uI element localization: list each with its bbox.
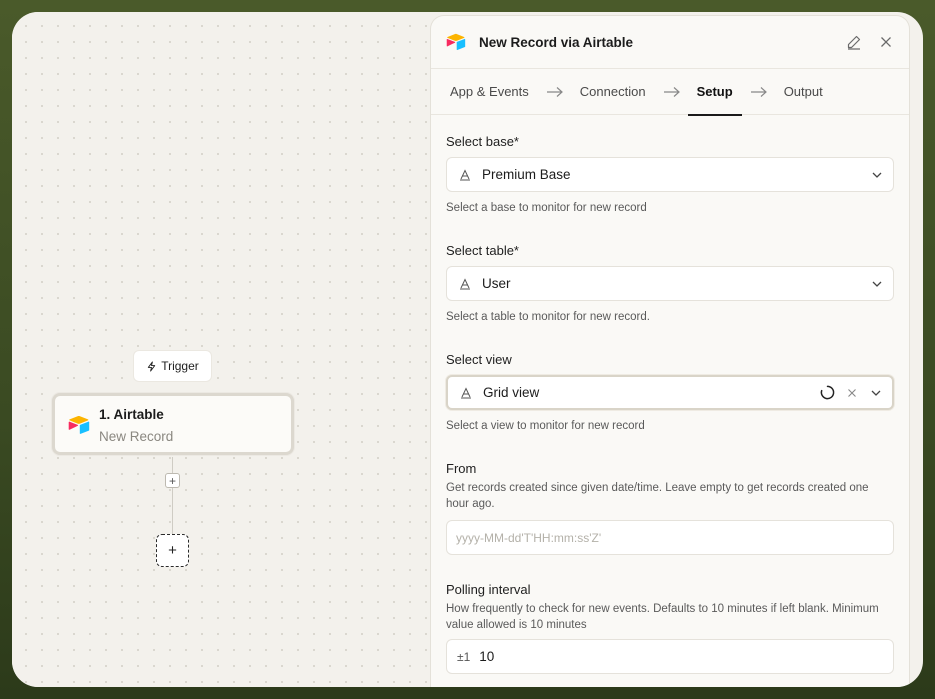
setup-form: Select base* Premium Base Select a base … <box>431 134 909 674</box>
trigger-chip[interactable]: Trigger <box>133 350 212 382</box>
base-select[interactable]: Premium Base <box>446 157 894 192</box>
arrow-right-icon <box>750 86 767 97</box>
polling-label: Polling interval <box>446 582 531 597</box>
lightning-icon <box>148 360 156 372</box>
text-type-icon <box>461 386 471 398</box>
arrow-right-icon <box>663 86 680 97</box>
workflow-canvas[interactable]: Trigger 1. Airtable New Record + + <box>12 12 432 687</box>
airtable-node-card[interactable]: 1. Airtable New Record <box>52 393 294 455</box>
arrow-right-icon <box>546 86 563 97</box>
number-type-icon: ±1 <box>457 649 471 664</box>
airtable-logo-icon <box>446 33 466 51</box>
step-tabs: App & Events Connection Setup Output <box>431 69 909 116</box>
pencil-icon[interactable] <box>846 34 862 50</box>
tab-connection[interactable]: Connection <box>580 69 646 115</box>
add-step-button[interactable]: + <box>156 534 189 567</box>
close-icon[interactable] <box>878 34 894 50</box>
from-date-input[interactable]: yyyy-MM-dd'T'HH:mm:ss'Z' <box>446 520 894 555</box>
panel-header: New Record via Airtable <box>431 16 909 69</box>
from-label: From <box>446 461 477 476</box>
node-title: 1. Airtable <box>99 407 164 422</box>
clear-icon[interactable] <box>847 388 857 398</box>
airtable-logo-icon <box>68 415 90 434</box>
chevron-down-icon <box>872 172 882 178</box>
tab-app-events[interactable]: App & Events <box>450 69 529 115</box>
table-select[interactable]: User <box>446 266 894 301</box>
base-label: Select base* <box>446 134 519 149</box>
from-help-text: Get records created since given date/tim… <box>446 482 869 510</box>
chevron-down-icon <box>872 281 882 287</box>
tab-setup[interactable]: Setup <box>687 69 742 116</box>
chevron-down-icon[interactable] <box>870 387 882 399</box>
text-type-icon <box>460 168 470 180</box>
view-help-text: Select a view to monitor for new record <box>446 420 645 432</box>
insert-step-button[interactable]: + <box>165 473 180 488</box>
table-help-text: Select a table to monitor for new record… <box>446 311 650 323</box>
view-select-value: Grid view <box>483 385 540 400</box>
polling-help-text: How frequently to check for new events. … <box>446 603 879 631</box>
node-subtitle: New Record <box>99 429 174 444</box>
loading-spinner-icon <box>820 385 835 400</box>
table-label: Select table* <box>446 243 519 258</box>
step-config-panel: New Record via Airtable App & Events Con… <box>430 15 910 687</box>
polling-interval-value: 10 <box>479 649 495 664</box>
panel-title: New Record via Airtable <box>479 34 634 50</box>
polling-interval-input[interactable]: ±1 10 <box>446 639 894 674</box>
base-help-text: Select a base to monitor for new record <box>446 202 647 214</box>
connector-line <box>172 457 173 535</box>
text-type-icon <box>460 277 470 289</box>
view-label: Select view <box>446 352 512 367</box>
view-select[interactable]: Grid view <box>446 375 894 410</box>
trigger-label: Trigger <box>161 359 199 373</box>
tab-output[interactable]: Output <box>784 69 823 115</box>
app-window: Trigger 1. Airtable New Record + + New R… <box>12 12 923 687</box>
table-select-value: User <box>482 276 511 291</box>
base-select-value: Premium Base <box>482 167 571 182</box>
